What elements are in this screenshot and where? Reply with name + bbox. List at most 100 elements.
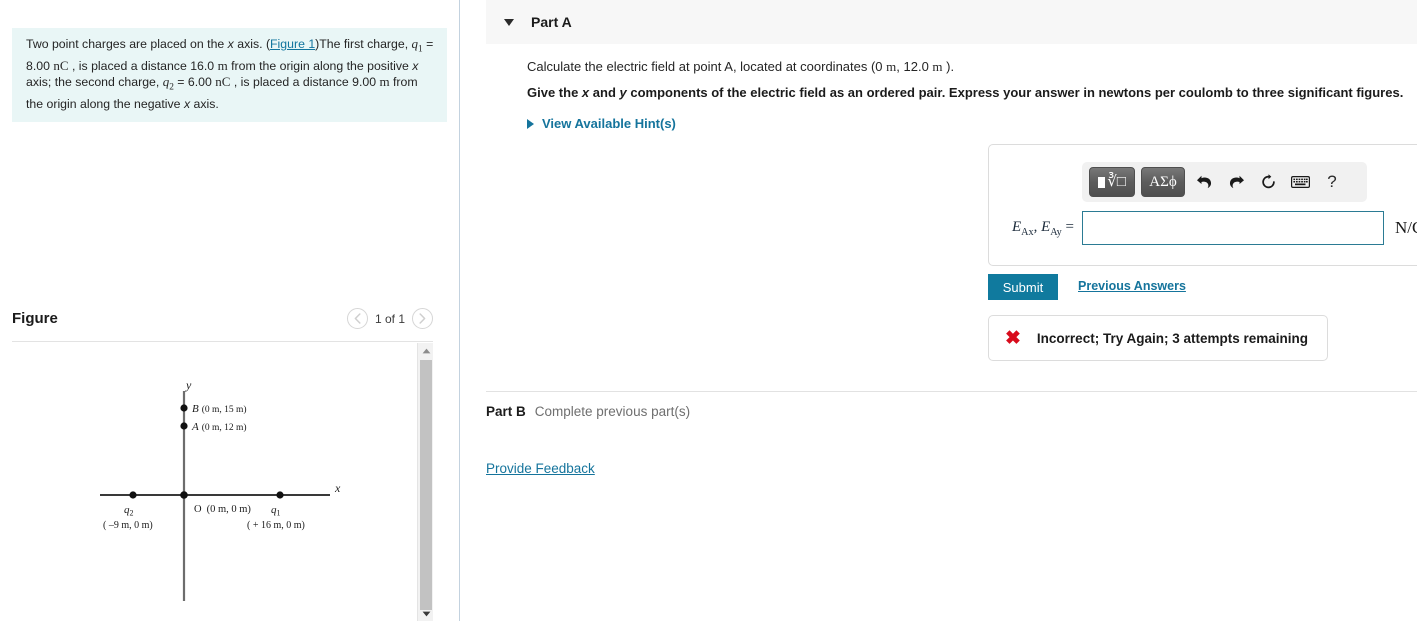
triangle-up-icon <box>422 348 430 353</box>
answer-label-E2: E <box>1041 218 1051 235</box>
instruction-and: and <box>589 85 620 100</box>
view-hints-label: View Available Hint(s) <box>542 116 676 131</box>
figure-scrollbar[interactable] <box>417 343 433 621</box>
figure-viewport: y x B (0 m, 15 m) A (0 m, 12 m) O (0 m, 0 m… <box>12 343 433 621</box>
keyboard-icon <box>1290 176 1310 188</box>
figure-title: Figure <box>12 310 58 327</box>
greek-symbols-button[interactable]: ΑΣϕ <box>1141 167 1185 197</box>
problem-seg1: Two point charges are placed on the <box>26 37 228 51</box>
triangle-down-icon <box>422 611 430 616</box>
problem-q1-symbol: q1 <box>411 36 423 55</box>
figure-navigation: 1 of 1 <box>346 308 433 329</box>
problem-seg8: = 6.00 <box>173 75 216 89</box>
figure-divider <box>12 341 433 342</box>
answer-label-equals: = <box>1065 218 1074 235</box>
problem-seg5: , is placed a distance 16.0 <box>68 58 218 73</box>
figure-counter: 1 of 1 <box>374 311 405 326</box>
refresh-circle-icon <box>1261 174 1275 189</box>
instruction-post: components of the electric field as an o… <box>626 85 1404 100</box>
keyboard-button[interactable] <box>1287 168 1313 196</box>
svg-text:O(0 m, 0 m): O (0 m, 0 m) <box>194 504 251 515</box>
figure-1-link[interactable]: Figure 1 <box>270 37 315 51</box>
submit-button[interactable]: Submit <box>988 274 1058 300</box>
figure-next-button[interactable] <box>412 308 433 329</box>
problem-unit-m-1: m <box>217 57 228 73</box>
svg-text:y: y <box>185 378 192 392</box>
question-unit-m-2: m <box>932 59 943 74</box>
problem-statement-box: Two point charges are placed on the x ax… <box>12 28 447 122</box>
answer-row: EAx, EAy = N/C <box>1002 211 1417 245</box>
problem-statement-text: Two point charges are placed on the x ax… <box>26 36 435 112</box>
provide-feedback-link[interactable]: Provide Feedback <box>486 461 595 476</box>
scroll-down-arrow[interactable] <box>418 606 433 621</box>
problem-seg7: axis; the second charge, <box>26 75 163 89</box>
answer-unit: N/C <box>1395 218 1417 237</box>
problem-seg3: )The first charge, <box>315 37 412 51</box>
mastering-physics-page: Two point charges are placed on the x ax… <box>0 0 1417 621</box>
question-post: ). <box>942 59 955 74</box>
previous-answers-link[interactable]: Previous Answers <box>1078 279 1186 293</box>
question-mid: , 12.0 <box>896 59 933 74</box>
chevron-left-icon <box>354 313 361 324</box>
greek-letters-icon: ΑΣϕ <box>1149 173 1177 190</box>
redo-arrow-icon <box>1229 175 1244 188</box>
svg-text:( + 16 m, 0 m): ( + 16 m, 0 m) <box>247 520 305 531</box>
part-a-question: Calculate the electric field at point A,… <box>527 59 954 75</box>
red-x-icon: ✖ <box>1005 327 1021 349</box>
chevron-right-icon <box>419 313 426 324</box>
svg-text:q1: q1 <box>271 504 281 518</box>
answer-label-E1: E <box>1011 218 1022 235</box>
svg-text:q2: q2 <box>124 504 134 518</box>
problem-x-italic-2: x <box>412 58 419 73</box>
result-feedback-text: Incorrect; Try Again; 3 attempts remaini… <box>1036 330 1308 346</box>
answer-label: EAx, EAy = <box>1011 218 1074 238</box>
part-a-title: Part A <box>531 14 572 30</box>
problem-unit-m-2: m <box>379 74 390 89</box>
reset-button[interactable] <box>1255 168 1281 196</box>
triangle-right-icon <box>527 118 534 129</box>
scroll-up-arrow[interactable] <box>418 343 433 358</box>
svg-text:x: x <box>334 481 341 495</box>
right-panel: Part A Calculate the electric field at p… <box>461 0 1417 621</box>
question-mark-icon: ? <box>1327 172 1337 191</box>
undo-arrow-icon <box>1196 175 1211 188</box>
charge-diagram: y x B (0 m, 15 m) A (0 m, 12 m) O (0 m, 0 m… <box>100 378 341 601</box>
math-toolbar: ∛□ ΑΣϕ ? <box>1082 162 1367 202</box>
part-b-title: Part B <box>486 404 526 419</box>
svg-text:A(0 m, 12 m): A (0 m, 12 m) <box>191 421 247 433</box>
scrollbar-thumb[interactable] <box>420 360 432 610</box>
left-panel: Two point charges are placed on the x ax… <box>0 0 460 621</box>
problem-seg2: axis. ( <box>233 37 271 51</box>
figure-header: Figure 1 of 1 <box>12 308 447 336</box>
problem-seg6: from the origin along the positive <box>227 58 413 73</box>
part-b-row[interactable]: Part B Complete previous part(s) <box>486 404 690 419</box>
caret-down-icon[interactable] <box>504 18 514 26</box>
part-b-status: Complete previous part(s) <box>534 404 691 419</box>
section-divider <box>486 391 1417 392</box>
help-button[interactable]: ? <box>1319 168 1345 196</box>
filled-square-icon <box>1098 176 1106 188</box>
undo-button[interactable] <box>1191 168 1217 196</box>
math-template-button[interactable]: ∛□ <box>1089 167 1135 197</box>
instruction-y: y <box>619 85 627 100</box>
view-hints-link[interactable]: View Available Hint(s) <box>527 116 676 131</box>
answer-label-sub1: Ax <box>1021 226 1034 238</box>
problem-q2-symbol: q2 <box>162 74 174 93</box>
part-a-instruction: Give the x and y components of the elect… <box>527 85 1403 100</box>
question-pre: Calculate the electric field at point A,… <box>527 59 887 74</box>
redo-button[interactable] <box>1223 168 1249 196</box>
figure-prev-button[interactable] <box>346 308 368 329</box>
problem-seg9: , is placed a distance 9.00 <box>230 75 380 89</box>
svg-text:B(0 m, 15 m): B (0 m, 15 m) <box>192 403 247 415</box>
result-feedback-box: ✖ Incorrect; Try Again; 3 attempts remai… <box>988 315 1328 361</box>
problem-unit-nc-1: nC <box>53 57 69 73</box>
question-unit-m-1: m <box>886 59 897 74</box>
instruction-pre: Give the <box>527 85 582 100</box>
svg-text:( –9 m, 0 m): ( –9 m, 0 m) <box>103 520 153 531</box>
answer-card: ∛□ ΑΣϕ ? EAx, EAy = N/ <box>988 144 1417 266</box>
answer-input[interactable] <box>1082 211 1384 245</box>
part-a-header[interactable]: Part A <box>486 0 1417 44</box>
problem-seg11: axis. <box>190 96 219 111</box>
square-root-template-icon: ∛□ <box>1107 173 1126 190</box>
problem-unit-nc-2: nC <box>215 74 231 89</box>
